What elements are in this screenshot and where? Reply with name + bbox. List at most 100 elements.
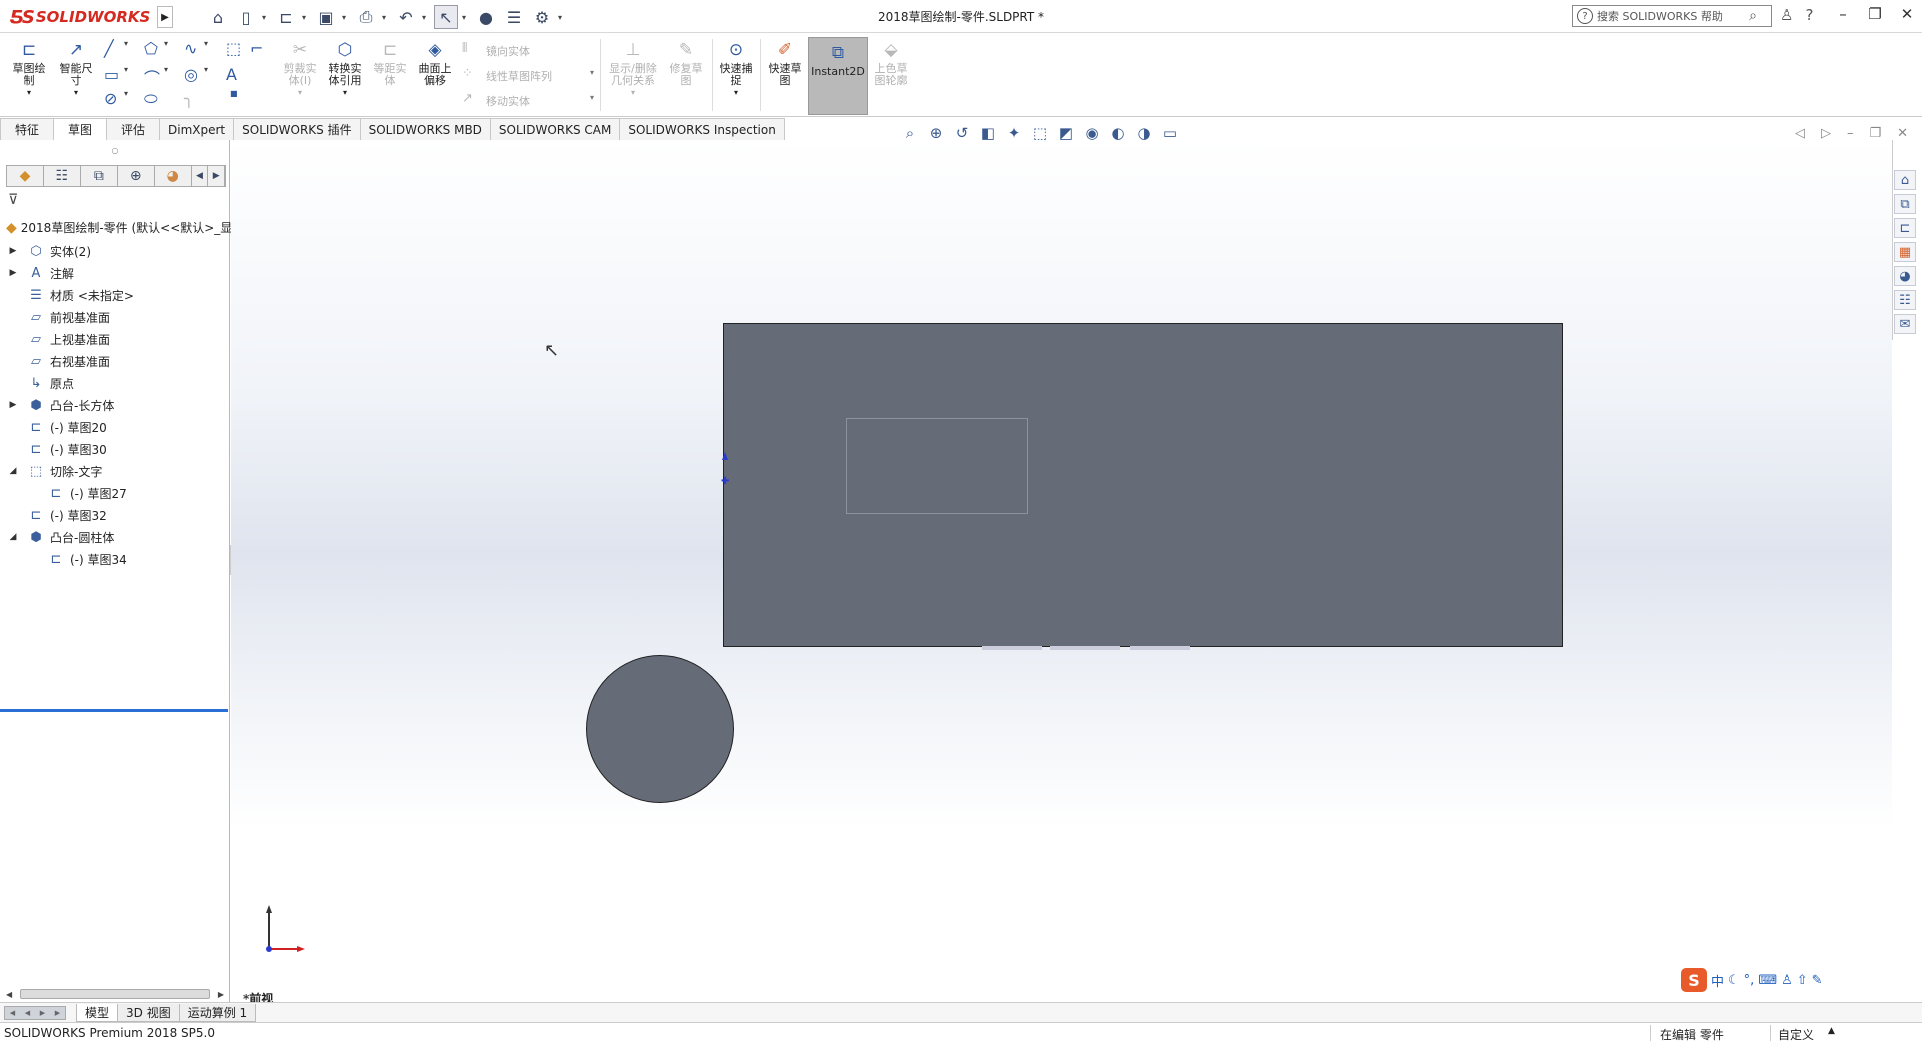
tree-item[interactable]: ▱ 前视基准面 (0, 306, 228, 328)
convert-entities-button[interactable]: ⬡ 转换实 体引用 ▾ (324, 39, 366, 99)
tree-item[interactable]: ◢ ⬢ 凸台-圆柱体 (0, 526, 228, 548)
custom-properties-icon[interactable]: ☷ (1894, 290, 1916, 310)
move-label[interactable]: 移动实体 (486, 93, 530, 109)
instant2d-button[interactable]: ⧉ Instant2D (808, 37, 868, 115)
tab-addins[interactable]: SOLIDWORKS 插件 (233, 118, 361, 140)
viewport-close-icon[interactable]: ✕ (1897, 126, 1908, 141)
expand-toggle-icon[interactable]: ▶ (8, 246, 18, 256)
tree-item[interactable]: ◢ ⬚ 切除-文字 (0, 460, 228, 482)
design-library-icon[interactable]: ⧉ (1894, 194, 1916, 214)
moon-icon[interactable]: ☾ (1728, 973, 1740, 988)
tree-item[interactable]: ↳ 原点 (0, 372, 228, 394)
expand-toggle-icon[interactable]: ▶ (8, 268, 18, 278)
linear-pattern-label[interactable]: 线性草图阵列 (486, 68, 552, 84)
file-explorer-icon[interactable]: ⊏ (1894, 218, 1916, 238)
expand-toggle-icon[interactable]: ▶ (8, 400, 18, 410)
resources-icon[interactable]: ⌂ (1894, 170, 1916, 190)
viewport-prev-icon[interactable]: ◁ (1795, 126, 1805, 141)
line-dropdown[interactable]: ▾ (124, 39, 128, 48)
ellipse-icon[interactable]: ⬭ (144, 89, 158, 109)
tab-sketch[interactable]: 草图 (53, 118, 107, 140)
mirror-icon[interactable]: ⫴ (462, 41, 467, 56)
polygon-icon[interactable]: ⬠ (144, 39, 158, 58)
offset-on-surface-button[interactable]: ◈ 曲面上 偏移 (414, 39, 456, 87)
rectangle-dropdown[interactable]: ▾ (124, 65, 128, 74)
expand-toggle-icon[interactable]: ◢ (8, 532, 18, 542)
tab-features[interactable]: 特征 (0, 118, 54, 140)
point-icon[interactable]: ■ (230, 89, 238, 98)
smart-dimension-button[interactable]: ↗ 智能尺 寸 ▾ (54, 39, 98, 99)
tab-navigation[interactable]: ◀ ◀ ▶ ▶ (4, 1005, 66, 1020)
sogou-logo-icon[interactable]: S (1681, 968, 1707, 992)
slot-dropdown[interactable]: ▾ (124, 89, 128, 98)
text-icon[interactable]: A (226, 65, 237, 84)
tree-item[interactable]: ☰ 材质 <未指定> (0, 284, 228, 306)
view-palette-icon[interactable]: ▦ (1894, 242, 1916, 262)
tree-item[interactable]: ▶ ⬡ 实体(2) (0, 240, 228, 262)
viewport-next-icon[interactable]: ▷ (1821, 126, 1831, 141)
construction-icon[interactable]: ⬚ (226, 39, 241, 58)
slot-icon[interactable]: ⊘ (104, 89, 117, 108)
horizontal-scrollbar[interactable]: ◀ ▶ (6, 987, 224, 1001)
arc-dropdown[interactable]: ▾ (164, 65, 168, 74)
quick-snaps-button[interactable]: ⊙ 快速捕 捉 ▾ (716, 39, 756, 99)
rapid-sketch-button[interactable]: ✐ 快速草 图 (764, 39, 806, 87)
circle-dropdown[interactable]: ▾ (204, 65, 208, 74)
tree-item[interactable]: ⊏ (-) 草图27 (0, 482, 228, 504)
viewport-restore-icon[interactable]: ❐ (1869, 126, 1881, 141)
tab-scroll-right-icon[interactable]: ▶ (208, 166, 225, 186)
sketch-button[interactable]: ⊏ 草图绘 制 ▾ (8, 39, 50, 99)
tree-item[interactable]: ⊏ (-) 草图34 (0, 548, 228, 570)
punctuation-icon[interactable]: °, (1744, 973, 1755, 988)
ime-mode-label[interactable]: 中 (1711, 971, 1724, 990)
appearances-icon[interactable]: ◕ (1894, 266, 1916, 286)
arc-icon[interactable]: ⌒ (144, 65, 160, 89)
user-icon[interactable]: ♙ (1781, 973, 1793, 988)
spline-dropdown[interactable]: ▾ (204, 39, 208, 48)
tab-motion-study[interactable]: 运动算例 1 (178, 1003, 257, 1022)
line-icon[interactable]: ╱ (104, 39, 114, 58)
origin-icon[interactable]: ✚ (721, 476, 729, 487)
display-relations-button[interactable]: ⊥ 显示/删除 几何关系 ▾ (606, 39, 660, 99)
polygon-dropdown[interactable]: ▾ (164, 39, 168, 48)
filter-icon[interactable]: ⊽ (8, 192, 18, 208)
scroll-thumb[interactable] (20, 989, 210, 999)
help-menu-icon[interactable]: ? (1805, 6, 1813, 24)
panel-grip[interactable]: ○ (0, 146, 230, 155)
spline-icon[interactable]: ∿ (184, 39, 197, 58)
units-status[interactable]: 自定义 (1778, 1026, 1814, 1042)
tab-inspection[interactable]: SOLIDWORKS Inspection (619, 118, 785, 140)
configuration-manager-tab-icon[interactable]: ⧉ (81, 166, 118, 186)
viewport-minimize-icon[interactable]: – (1847, 126, 1854, 141)
help-search-input[interactable]: ? 搜索 SOLIDWORKS 帮助 ⌕ (1572, 5, 1772, 27)
keyboard-icon[interactable]: ⌨ (1758, 973, 1777, 988)
tab-cam[interactable]: SOLIDWORKS CAM (489, 118, 621, 140)
tab-dimxpert[interactable]: DimXpert (159, 118, 235, 140)
rectangular-boss[interactable]: ✚ (721, 323, 1563, 650)
display-manager-tab-icon[interactable]: ◕ (155, 166, 192, 186)
cylinder-boss[interactable] (586, 655, 734, 803)
fillet-sketch-icon[interactable]: ╮ (184, 89, 194, 108)
tab-3d-view[interactable]: 3D 视图 (117, 1003, 180, 1022)
tab-evaluate[interactable]: 评估 (106, 118, 160, 140)
tree-item[interactable]: ⊏ (-) 草图32 (0, 504, 228, 526)
units-dropdown-icon[interactable]: ▲ (1828, 1026, 1835, 1036)
search-icon[interactable]: ⌕ (1749, 8, 1757, 24)
rollback-bar[interactable] (0, 709, 228, 712)
user-icon[interactable]: ♙ (1780, 6, 1793, 24)
tree-item[interactable]: ▱ 上视基准面 (0, 328, 228, 350)
property-manager-tab-icon[interactable]: ☷ (44, 166, 81, 186)
tree-item[interactable]: ▶ ⬢ 凸台-长方体 (0, 394, 228, 416)
restore-icon[interactable]: ❐ (1866, 5, 1884, 23)
tree-item[interactable]: ▶ A 注解 (0, 262, 228, 284)
offset-entities-button[interactable]: ⊏ 等距实 体 (370, 39, 410, 87)
tree-item[interactable]: ⊏ (-) 草图20 (0, 416, 228, 438)
tree-root[interactable]: ◆ 2018草图绘制-零件 (默认<<默认>_显 (6, 219, 232, 236)
tab-model[interactable]: 模型 (76, 1003, 119, 1022)
feature-manager-tab-icon[interactable]: ◆ (7, 166, 44, 186)
graphics-area[interactable]: ✚ ↖ *前视 S 中 ☾ °, ⌨ ♙ ⇧ ✎ (231, 140, 1892, 1002)
tree-item[interactable]: ▱ 右视基准面 (0, 350, 228, 372)
minimize-icon[interactable]: – (1834, 5, 1852, 23)
scroll-left-icon[interactable]: ◀ (6, 990, 12, 999)
repair-sketch-button[interactable]: ✎ 修复草 图 (666, 39, 706, 87)
